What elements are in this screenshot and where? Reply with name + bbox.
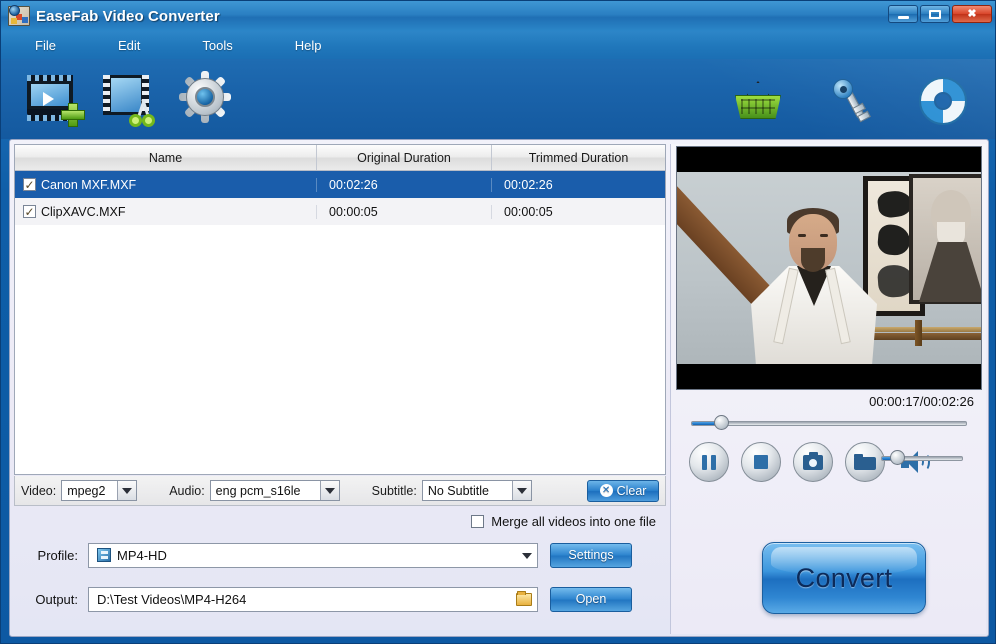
buy-basket-icon[interactable] [731,73,787,129]
menu-item-help[interactable]: Help [279,35,338,56]
title-bar: EaseFab Video Converter ✖ [1,1,995,31]
merge-label: Merge all videos into one file [491,513,656,529]
column-header-original-duration[interactable]: Original Duration [317,145,492,170]
film-app-icon [8,5,30,27]
close-button[interactable]: ✖ [952,5,992,23]
open-button[interactable]: Open [550,586,632,612]
stop-button[interactable] [741,442,781,482]
playback-time: 00:00:17/00:02:26 [869,394,974,409]
table-row[interactable]: Canon MXF.MXF 00:02:26 00:02:26 [15,171,665,198]
video-frame-content [677,172,981,364]
window-title: EaseFab Video Converter [36,7,220,25]
file-name: ClipXAVC.MXF [41,204,126,219]
snapshot-button[interactable] [793,442,833,482]
file-list[interactable]: Name Original Duration Trimmed Duration … [14,144,666,475]
menu-item-tools[interactable]: Tools [186,35,248,56]
chevron-down-icon[interactable] [511,481,531,500]
menu-item-file[interactable]: File [19,35,72,56]
main-toolbar [1,59,995,139]
original-duration: 00:02:26 [317,177,492,192]
chevron-down-icon[interactable] [319,481,339,500]
profile-label: Profile: [37,547,78,563]
clear-button[interactable]: ✕ Clear [587,479,659,502]
application-window: EaseFab Video Converter ✖ File Edit Tool… [0,0,996,644]
video-stream-select[interactable]: mpeg2 [61,480,138,501]
subtitle-value: No Subtitle [427,483,489,498]
stream-selection-bar: Video: mpeg2 Audio: eng pcm_s16le Subtit… [14,476,666,506]
audio-stream-value: eng pcm_s16le [215,483,301,498]
column-header-trimmed-duration[interactable]: Trimmed Duration [492,145,665,170]
video-stream-value: mpeg2 [67,483,106,498]
convert-button-label: Convert [795,562,893,593]
chevron-down-icon[interactable] [518,548,535,564]
profile-format-icon [97,548,111,562]
menu-item-edit[interactable]: Edit [102,35,156,56]
row-checkbox[interactable] [23,178,36,191]
merge-checkbox[interactable] [471,514,485,528]
trimmed-duration: 00:02:26 [504,177,553,192]
trim-video-icon[interactable] [101,69,157,127]
audio-stream-select[interactable]: eng pcm_s16le [209,480,340,501]
add-video-icon[interactable] [25,69,85,127]
support-lifebuoy-icon[interactable] [915,73,971,129]
clear-button-label: Clear [616,483,647,498]
output-label: Output: [35,591,78,607]
merge-row: Merge all videos into one file [14,508,666,534]
convert-button[interactable]: Convert [762,542,926,614]
subtitle-label: Subtitle: [371,483,417,498]
toolbar-left-group [25,69,233,127]
toolbar-right-group [731,73,971,129]
video-preview[interactable] [676,146,982,390]
register-key-icon[interactable] [823,73,879,129]
file-name: Canon MXF.MXF [41,177,137,192]
open-snapshot-folder-button[interactable] [845,442,885,482]
file-list-body: Canon MXF.MXF 00:02:26 00:02:26 ClipXAVC… [15,171,665,474]
pause-button[interactable] [689,442,729,482]
minimize-button[interactable] [888,5,918,23]
seek-slider[interactable] [691,415,967,430]
video-label: Video: [21,483,57,498]
folder-icon[interactable] [516,590,532,606]
output-row: Output: D:\Test Videos\MP4-H264 Open [14,584,666,614]
subtitle-select[interactable]: No Subtitle [421,480,532,501]
settings-button[interactable]: Settings [550,542,632,568]
row-checkbox[interactable] [23,205,36,218]
maximize-button[interactable] [920,5,950,23]
column-header-name[interactable]: Name [15,145,317,170]
profile-value: MP4-HD [117,547,167,563]
menu-bar: File Edit Tools Help [1,31,995,59]
output-path-input[interactable]: D:\Test Videos\MP4-H264 [88,586,538,612]
audio-label: Audio: [169,483,205,498]
chevron-down-icon[interactable] [117,481,137,500]
settings-gear-icon[interactable] [177,69,233,125]
volume-slider[interactable] [881,450,963,465]
profile-row: Profile: MP4-HD Settings [14,540,666,570]
window-controls: ✖ [888,5,992,23]
table-row[interactable]: ClipXAVC.MXF 00:00:05 00:00:05 [15,198,665,225]
original-duration: 00:00:05 [317,204,492,219]
file-list-header: Name Original Duration Trimmed Duration [15,145,665,171]
output-path-value: D:\Test Videos\MP4-H264 [97,591,247,607]
trimmed-duration: 00:00:05 [504,204,553,219]
profile-select[interactable]: MP4-HD [88,542,538,568]
seek-slider-thumb[interactable] [714,415,730,430]
close-circle-icon: ✕ [599,484,613,497]
